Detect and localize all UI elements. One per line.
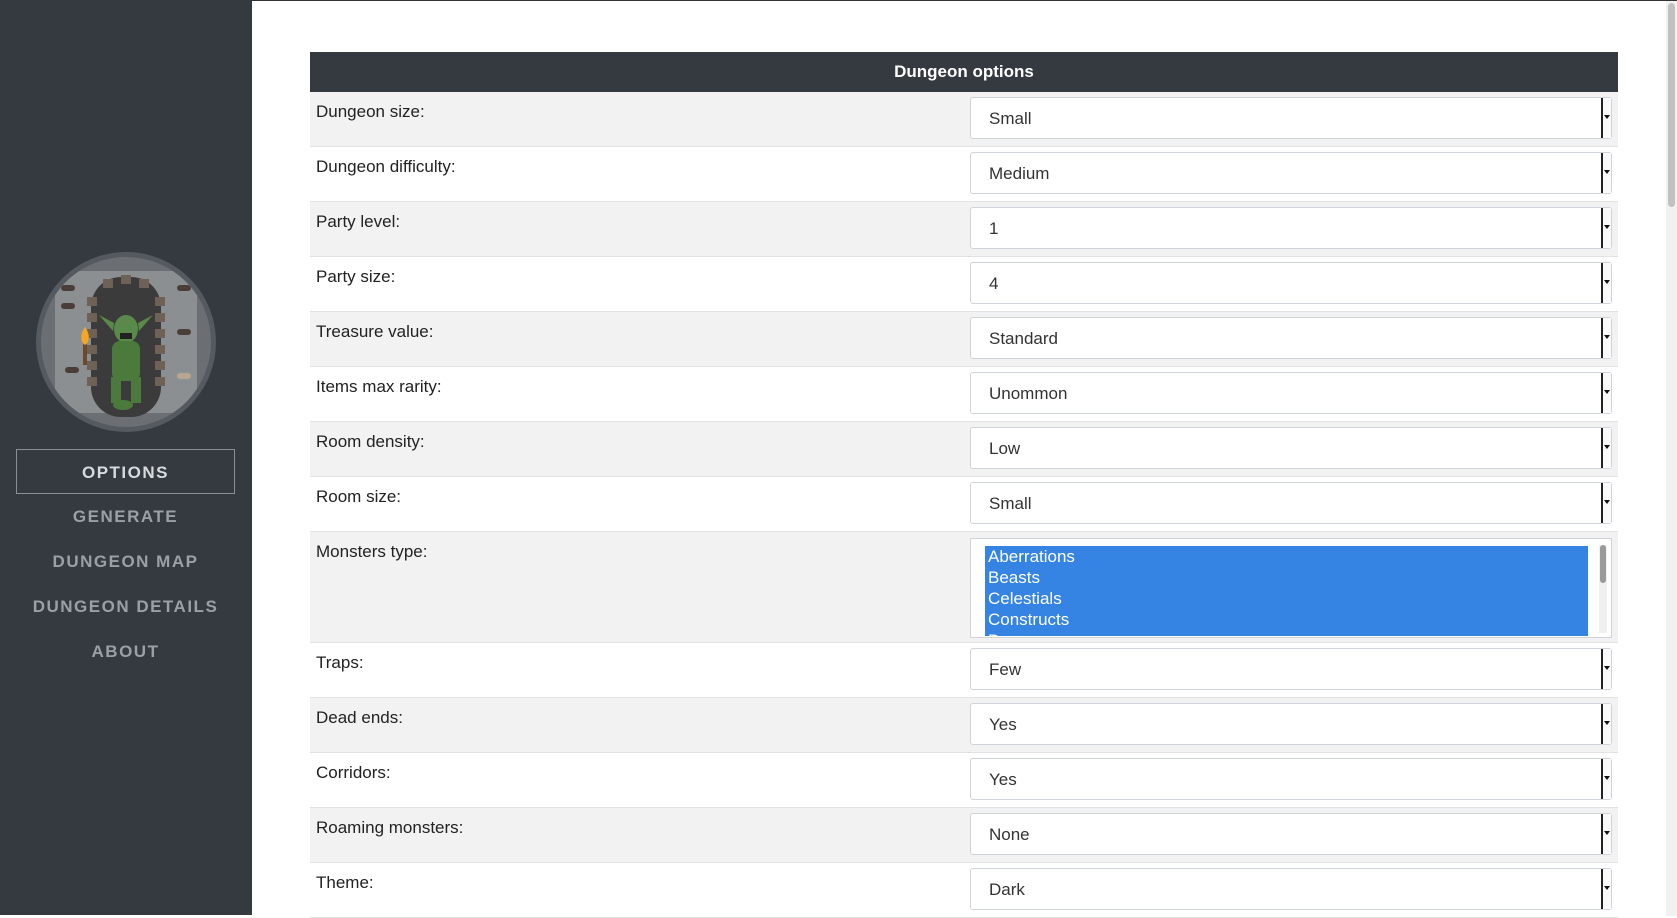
select-value: Small — [989, 494, 1032, 513]
dropdown-arrow-icon[interactable] — [1601, 373, 1611, 413]
room-density-select[interactable]: Low — [970, 427, 1612, 469]
select-value: Unommon — [989, 384, 1068, 403]
option-label: Roaming monsters: — [316, 818, 464, 837]
treasure-value-select[interactable]: Standard — [970, 317, 1612, 359]
traps-select[interactable]: Few — [970, 648, 1612, 690]
option-row-items-max-rarity: Items max rarity: Unommon — [310, 367, 1618, 422]
dropdown-arrow-icon[interactable] — [1601, 263, 1611, 303]
option-label: Dead ends: — [316, 708, 403, 727]
dropdown-arrow-icon[interactable] — [1601, 483, 1611, 523]
sidebar-nav: OPTIONS GENERATE DUNGEON MAP DUNGEON DET… — [16, 449, 235, 674]
party-size-select[interactable]: 4 — [970, 262, 1612, 304]
listbox-option[interactable]: Aberrations — [985, 546, 1588, 567]
scrollbar-thumb[interactable] — [1668, 3, 1675, 207]
option-row-party-level: Party level: 1 — [310, 202, 1618, 257]
option-row-party-size: Party size: 4 — [310, 257, 1618, 312]
option-row-theme: Theme: Dark — [310, 863, 1618, 918]
dead-ends-select[interactable]: Yes — [970, 703, 1612, 745]
select-value: 1 — [989, 219, 999, 238]
nav-item-dungeon-details[interactable]: DUNGEON DETAILS — [16, 584, 235, 629]
option-row-traps: Traps: Few — [310, 643, 1618, 698]
option-label: Traps: — [316, 653, 364, 672]
dropdown-arrow-icon[interactable] — [1601, 869, 1611, 909]
room-size-select[interactable]: Small — [970, 482, 1612, 524]
select-value: None — [989, 825, 1030, 844]
option-label: Room density: — [316, 432, 425, 451]
select-value: Few — [989, 660, 1022, 679]
select-value: Yes — [989, 770, 1017, 789]
listbox-option[interactable]: D — [985, 630, 1588, 636]
monsters-type-listbox[interactable]: Aberrations Beasts Celestials Constructs… — [970, 538, 1612, 638]
option-label: Party level: — [316, 212, 401, 231]
select-value: Yes — [989, 715, 1017, 734]
main-content: Dungeon options Dungeon size: Small Dung… — [252, 0, 1677, 918]
dropdown-arrow-icon[interactable] — [1601, 153, 1611, 193]
dungeon-options-panel: Dungeon options Dungeon size: Small Dung… — [310, 52, 1618, 918]
nav-item-generate[interactable]: GENERATE — [16, 494, 235, 539]
goblin-logo — [36, 252, 216, 432]
select-value: Medium — [989, 164, 1050, 183]
listbox-option[interactable]: Celestials — [985, 588, 1588, 609]
dropdown-arrow-icon[interactable] — [1601, 98, 1611, 138]
corridors-select[interactable]: Yes — [970, 758, 1612, 800]
dropdown-arrow-icon[interactable] — [1601, 759, 1611, 799]
select-value: 4 — [989, 274, 999, 293]
option-label: Dungeon difficulty: — [316, 157, 456, 176]
option-label: Treasure value: — [316, 322, 434, 341]
option-label: Items max rarity: — [316, 377, 442, 396]
option-row-dungeon-difficulty: Dungeon difficulty: Medium — [310, 147, 1618, 202]
panel-title: Dungeon options — [310, 52, 1618, 92]
option-label: Room size: — [316, 487, 402, 506]
dungeon-size-select[interactable]: Small — [970, 97, 1612, 139]
goblin-doorway-icon — [55, 271, 197, 417]
option-row-dungeon-size: Dungeon size: Small — [310, 92, 1618, 147]
items-max-rarity-select[interactable]: Unommon — [970, 372, 1612, 414]
select-value: Small — [989, 109, 1032, 128]
option-label: Party size: — [316, 267, 396, 286]
sidebar: OPTIONS GENERATE DUNGEON MAP DUNGEON DET… — [0, 0, 252, 915]
option-row-treasure-value: Treasure value: Standard — [310, 312, 1618, 367]
page-scrollbar[interactable] — [1666, 1, 1677, 916]
dropdown-arrow-icon[interactable] — [1601, 208, 1611, 248]
dropdown-arrow-icon[interactable] — [1601, 318, 1611, 358]
select-value: Low — [989, 439, 1021, 458]
option-row-corridors: Corridors: Yes — [310, 753, 1618, 808]
nav-item-options[interactable]: OPTIONS — [16, 449, 235, 494]
party-level-select[interactable]: 1 — [970, 207, 1612, 249]
option-row-monsters-type: Monsters type: Aberrations Beasts Celest… — [310, 532, 1618, 643]
dungeon-difficulty-select[interactable]: Medium — [970, 152, 1612, 194]
option-row-roaming-monsters: Roaming monsters: None — [310, 808, 1618, 863]
listbox-option[interactable]: Constructs — [985, 609, 1588, 630]
dropdown-arrow-icon[interactable] — [1601, 649, 1611, 689]
listbox-scrollbar[interactable] — [1599, 545, 1607, 633]
option-label: Theme: — [316, 873, 374, 892]
theme-select[interactable]: Dark — [970, 868, 1612, 910]
dropdown-arrow-icon[interactable] — [1601, 814, 1611, 854]
dropdown-arrow-icon[interactable] — [1601, 428, 1611, 468]
listbox-options: Aberrations Beasts Celestials Constructs… — [985, 546, 1588, 636]
option-row-dead-ends: Dead ends: Yes — [310, 698, 1618, 753]
option-row-room-density: Room density: Low — [310, 422, 1618, 477]
nav-item-about[interactable]: ABOUT — [16, 629, 235, 674]
option-label: Dungeon size: — [316, 102, 425, 121]
dropdown-arrow-icon[interactable] — [1601, 704, 1611, 744]
option-row-room-size: Room size: Small — [310, 477, 1618, 532]
option-label: Corridors: — [316, 763, 391, 782]
scrollbar-thumb[interactable] — [1600, 545, 1606, 583]
option-label: Monsters type: — [316, 542, 428, 561]
listbox-option[interactable]: Beasts — [985, 567, 1588, 588]
select-value: Standard — [989, 329, 1058, 348]
nav-item-dungeon-map[interactable]: DUNGEON MAP — [16, 539, 235, 584]
select-value: Dark — [989, 880, 1025, 899]
roaming-monsters-select[interactable]: None — [970, 813, 1612, 855]
